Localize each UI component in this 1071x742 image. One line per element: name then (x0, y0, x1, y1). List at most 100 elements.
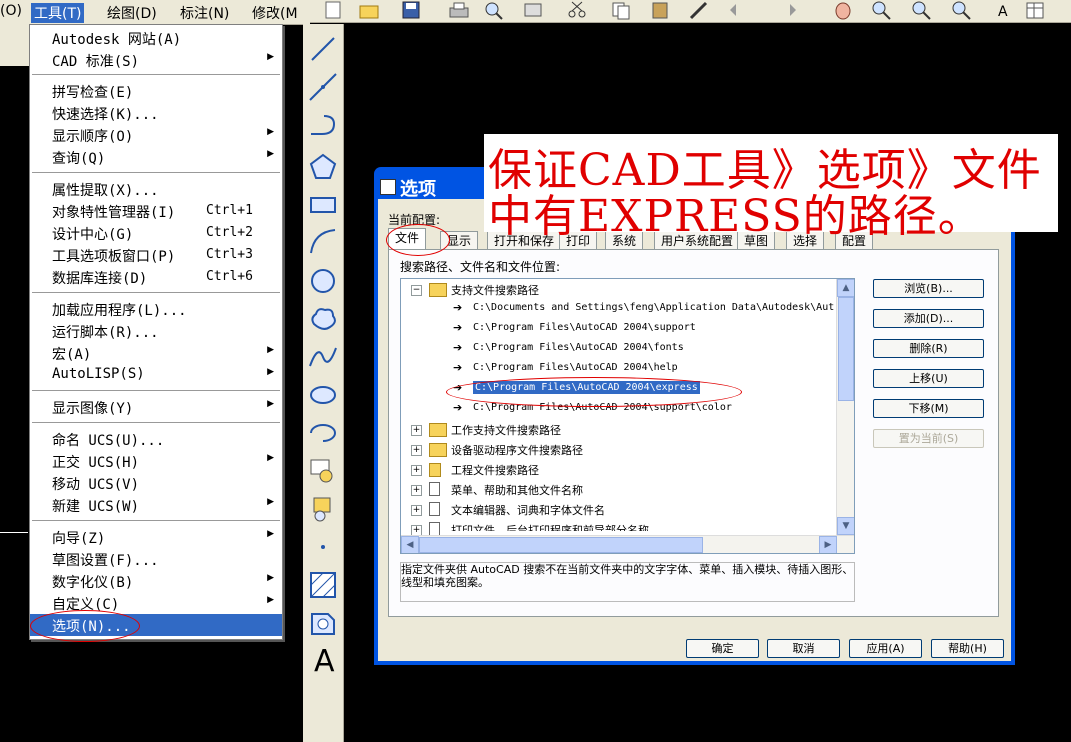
open-icon[interactable] (358, 0, 380, 20)
expand-icon[interactable]: + (411, 505, 422, 516)
menu-item-cad-standards[interactable]: CAD 标准(S) ▶ (30, 49, 282, 71)
menu-modify[interactable]: 修改(M (252, 3, 298, 23)
menu-item-quick-select[interactable]: 快速选择(K)... (30, 102, 282, 124)
menu-item-move-ucs[interactable]: 移动 UCS(V) (30, 472, 282, 494)
scroll-thumb[interactable] (419, 537, 703, 553)
cancel-button[interactable]: 取消 (767, 639, 840, 658)
tree-horizontal-scrollbar[interactable]: ◀ ▶ (401, 535, 854, 553)
construction-line-icon[interactable] (308, 72, 338, 102)
multiline-text-icon[interactable]: A (308, 644, 338, 679)
arc-icon[interactable] (308, 226, 338, 256)
menu-item-autolisp[interactable]: AutoLISP(S) ▶ (30, 364, 282, 386)
redo-icon[interactable] (778, 0, 800, 20)
paste-icon[interactable] (650, 0, 672, 20)
menu-item-spell-check[interactable]: 拼写检查(E) (30, 80, 282, 102)
menu-item-draw-order[interactable]: 显示顺序(O) ▶ (30, 124, 282, 146)
remove-button[interactable]: 删除(R) (873, 339, 984, 358)
menu-item-new-ucs[interactable]: 新建 UCS(W) ▶ (30, 494, 282, 516)
zoom-realtime-icon[interactable] (870, 0, 892, 20)
menu-draw[interactable]: 绘图(D) (107, 3, 157, 23)
move-up-button[interactable]: 上移(U) (873, 369, 984, 388)
hatch-icon[interactable] (308, 570, 338, 600)
scroll-left-icon[interactable]: ◀ (401, 536, 419, 553)
expand-icon[interactable]: + (411, 445, 422, 456)
undo-icon[interactable] (726, 0, 748, 20)
pan-icon[interactable] (832, 0, 854, 20)
save-icon[interactable] (400, 0, 422, 20)
search-path-tree[interactable]: − 支持文件搜索路径 ➔ C:\Documents and Settings\f… (400, 278, 855, 554)
menu-item-display-image[interactable]: 显示图像(Y) ▶ (30, 396, 282, 418)
revision-cloud-icon[interactable] (308, 304, 338, 334)
ellipse-icon[interactable] (308, 380, 338, 410)
tree-path-item[interactable]: C:\Program Files\AutoCAD 2004\support (473, 322, 696, 333)
copy-icon[interactable] (610, 0, 632, 20)
menu-item-tool-palettes[interactable]: 工具选项板窗口(P) Ctrl+3 (30, 244, 282, 266)
table-icon[interactable] (1024, 0, 1046, 20)
point-icon[interactable] (308, 532, 338, 562)
tree-path-item[interactable]: C:\Program Files\AutoCAD 2004\help (473, 362, 678, 373)
print-icon[interactable] (448, 0, 470, 20)
ellipse-arc-icon[interactable] (308, 418, 338, 448)
menu-item-db-connect[interactable]: 数据库连接(D) Ctrl+6 (30, 266, 282, 288)
menu-item-inquiry[interactable]: 查询(Q) ▶ (30, 146, 282, 168)
folder-icon (429, 423, 447, 437)
match-properties-icon[interactable] (688, 0, 710, 20)
tree-group[interactable]: 打印文件、后台打印程序和前导部分名称 (451, 522, 649, 531)
new-icon[interactable] (322, 0, 344, 20)
menu-item-run-script[interactable]: 运行脚本(R)... (30, 320, 282, 342)
text-style-icon[interactable]: A (994, 0, 1016, 20)
menu-item-wizards[interactable]: 向导(Z) ▶ (30, 526, 282, 548)
region-icon[interactable] (308, 608, 338, 638)
tree-root-support-path[interactable]: 支持文件搜索路径 (451, 282, 539, 298)
menu-tools[interactable]: 工具(T) (31, 3, 85, 23)
menu-item-attribute-extraction[interactable]: 属性提取(X)... (30, 178, 282, 200)
tree-vertical-scrollbar[interactable]: ▲ ▼ (836, 279, 854, 535)
menu-item-orthographic-ucs[interactable]: 正交 UCS(H) ▶ (30, 450, 282, 472)
expand-icon[interactable]: + (411, 465, 422, 476)
menu-item-load-application[interactable]: 加载应用程序(L)... (30, 298, 282, 320)
scroll-down-icon[interactable]: ▼ (837, 517, 854, 535)
collapse-icon[interactable]: − (411, 285, 422, 296)
cut-icon[interactable] (566, 0, 588, 20)
menu-item-autodesk-website[interactable]: Autodesk 网站(A) (30, 27, 282, 49)
publish-icon[interactable] (522, 0, 544, 20)
browse-button[interactable]: 浏览(B)... (873, 279, 984, 298)
menu-item-properties[interactable]: 对象特性管理器(I) Ctrl+1 (30, 200, 282, 222)
make-block-icon[interactable] (308, 494, 338, 524)
menu-dimension[interactable]: 标注(N) (180, 3, 229, 23)
zoom-window-icon[interactable] (910, 0, 932, 20)
set-current-button[interactable]: 置为当前(S) (873, 429, 984, 448)
tree-path-item[interactable]: C:\Program Files\AutoCAD 2004\fonts (473, 342, 684, 353)
tree-path-item[interactable]: C:\Documents and Settings\feng\Applicati… (473, 302, 834, 313)
move-down-button[interactable]: 下移(M) (873, 399, 984, 418)
menu-item-partial[interactable]: (O) (0, 3, 22, 19)
menu-item-named-ucs[interactable]: 命名 UCS(U)... (30, 428, 282, 450)
polyline-icon[interactable] (308, 112, 338, 142)
tree-group[interactable]: 设备驱动程序文件搜索路径 (451, 442, 583, 458)
insert-block-icon[interactable] (308, 456, 338, 486)
rectangle-icon[interactable] (308, 190, 338, 220)
ok-button[interactable]: 确定 (686, 639, 759, 658)
tree-group[interactable]: 菜单、帮助和其他文件名称 (451, 482, 583, 498)
apply-button[interactable]: 应用(A) (849, 639, 922, 658)
menu-item-drafting-settings[interactable]: 草图设置(F)... (30, 548, 282, 570)
plot-preview-icon[interactable] (482, 0, 504, 20)
tree-group[interactable]: 工程文件搜索路径 (451, 462, 539, 478)
expand-icon[interactable]: + (411, 485, 422, 496)
spline-icon[interactable] (308, 342, 338, 372)
expand-icon[interactable]: + (411, 425, 422, 436)
tree-group[interactable]: 工作支持文件搜索路径 (451, 422, 561, 438)
scroll-right-icon[interactable]: ▶ (819, 536, 837, 553)
menu-item-tablet[interactable]: 数字化仪(B) ▶ (30, 570, 282, 592)
scroll-thumb[interactable] (838, 297, 854, 401)
line-icon[interactable] (308, 34, 338, 64)
tree-group[interactable]: 文本编辑器、词典和字体文件名 (451, 502, 605, 518)
polygon-icon[interactable] (308, 152, 338, 182)
help-button[interactable]: 帮助(H) (931, 639, 1004, 658)
circle-icon[interactable] (308, 266, 338, 296)
menu-item-macro[interactable]: 宏(A) ▶ (30, 342, 282, 364)
zoom-previous-icon[interactable] (950, 0, 972, 20)
scroll-up-icon[interactable]: ▲ (837, 279, 854, 297)
add-button[interactable]: 添加(D)... (873, 309, 984, 328)
menu-item-design-center[interactable]: 设计中心(G) Ctrl+2 (30, 222, 282, 244)
